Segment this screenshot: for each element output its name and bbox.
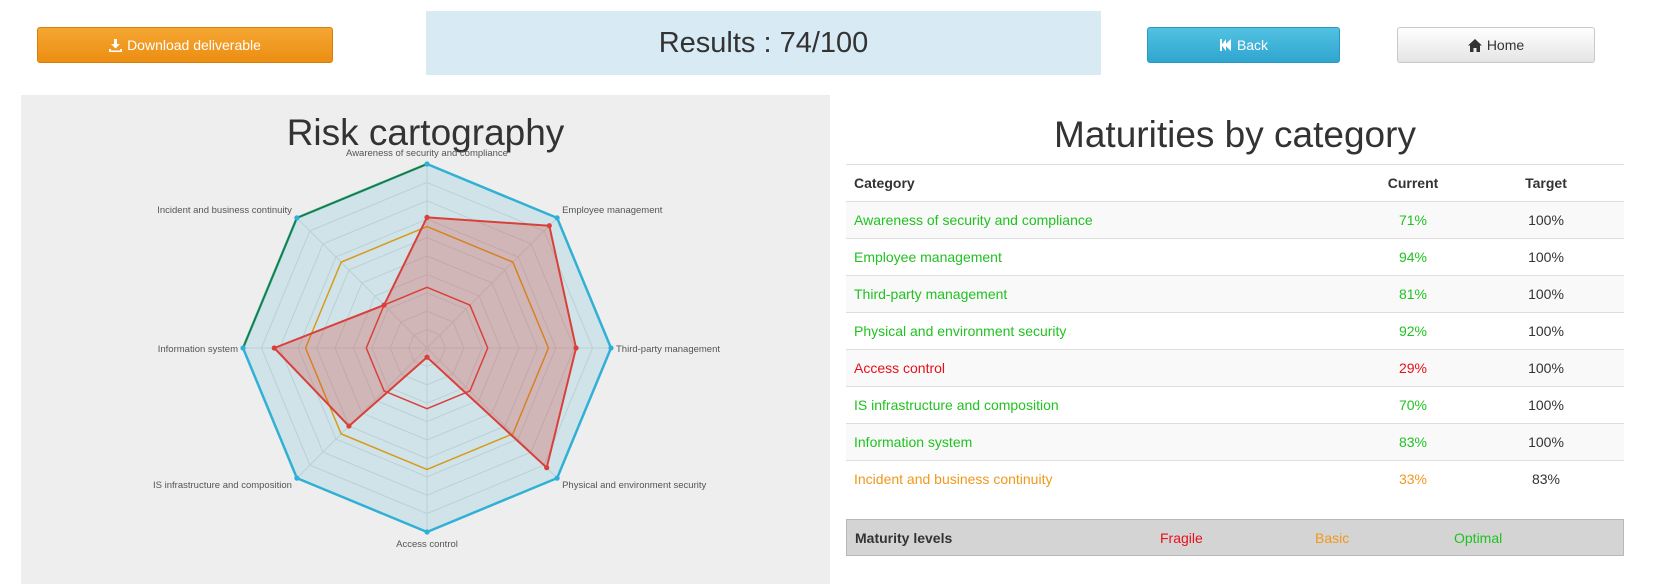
- radar-point-target: [424, 161, 430, 167]
- category-cell: Incident and business continuity: [846, 460, 1358, 497]
- target-cell: 100%: [1468, 423, 1624, 461]
- category-cell: Third-party management: [846, 275, 1358, 313]
- target-cell: 100%: [1468, 312, 1624, 350]
- radar-point-target: [424, 529, 430, 535]
- header-current: Current: [1358, 164, 1468, 202]
- target-cell: 100%: [1468, 386, 1624, 424]
- current-cell: 70%: [1358, 386, 1468, 424]
- current-cell: 71%: [1358, 201, 1468, 239]
- table-row: Third-party management 81% 100%: [846, 275, 1624, 313]
- radar-point-current: [573, 345, 579, 351]
- table-row: Incident and business continuity 33% 83%: [846, 460, 1624, 497]
- results-banner: Results : 74/100: [426, 11, 1101, 75]
- category-cell: Physical and environment security: [846, 312, 1358, 350]
- radar-axis-label: Physical and environment security: [562, 480, 706, 491]
- target-cell: 100%: [1468, 349, 1624, 387]
- level-basic: Basic: [1315, 530, 1350, 546]
- level-optimal: Optimal: [1454, 530, 1503, 546]
- radar-axis-label: Information system: [158, 344, 238, 355]
- table-row: Employee management 94% 100%: [846, 238, 1624, 276]
- back-label: Back: [1236, 37, 1269, 53]
- table-row: Information system 83% 100%: [846, 423, 1624, 461]
- current-cell: 81%: [1358, 275, 1468, 313]
- category-cell: Access control: [846, 349, 1358, 387]
- table-row: Awareness of security and compliance 71% 1…: [846, 201, 1624, 239]
- radar-point-current: [271, 345, 277, 351]
- category-cell: Employee management: [846, 238, 1358, 276]
- radar-point-current: [346, 423, 352, 429]
- home-label: Home: [1486, 37, 1525, 53]
- table-row: Access control 29% 100%: [846, 349, 1624, 387]
- home-icon: [1467, 38, 1482, 52]
- download-deliverable-button[interactable]: Download deliverable: [37, 27, 333, 63]
- backward-icon: [1219, 39, 1232, 51]
- radar-point-current: [546, 223, 552, 229]
- header-target: Target: [1468, 164, 1624, 202]
- back-button[interactable]: Back: [1147, 27, 1340, 63]
- category-cell: IS infrastructure and composition: [846, 386, 1358, 424]
- radar-point-current: [424, 354, 430, 360]
- target-cell: 100%: [1468, 201, 1624, 239]
- maturity-levels-legend: Maturity levels Fragile Basic Optimal: [846, 519, 1624, 556]
- radar-axis-label: Incident and business continuity: [157, 205, 292, 216]
- radar-point-current: [381, 302, 387, 308]
- radar-point-target: [294, 475, 300, 481]
- maturity-levels-label: Maturity levels: [855, 530, 953, 546]
- download-deliverable-label: Download deliverable: [127, 37, 261, 53]
- home-button[interactable]: Home: [1397, 27, 1595, 63]
- table-row: Physical and environment security 92% 100%: [846, 312, 1624, 350]
- header-category: Category: [846, 164, 1358, 202]
- radar-point-current: [544, 465, 550, 471]
- maturities-table: Category Current Target Awareness of sec…: [846, 164, 1624, 497]
- radar-point-target: [294, 215, 300, 221]
- maturities-title: Maturities by category: [1054, 114, 1416, 155]
- table-row: IS infrastructure and composition 70% 100%: [846, 386, 1624, 424]
- category-cell: Awareness of security and compliance: [846, 201, 1358, 239]
- target-cell: 100%: [1468, 275, 1624, 313]
- current-cell: 94%: [1358, 238, 1468, 276]
- radar-axis-label: Awareness of security and compliance: [346, 148, 508, 159]
- radar-chart: Awareness of security and compliance Empl…: [153, 148, 720, 550]
- radar-point-target: [554, 475, 560, 481]
- current-cell: 33%: [1358, 460, 1468, 497]
- radar-point-current: [424, 214, 430, 220]
- radar-axis-label: Third-party management: [616, 344, 720, 355]
- current-cell: 92%: [1358, 312, 1468, 350]
- current-cell: 29%: [1358, 349, 1468, 387]
- target-cell: 83%: [1468, 460, 1624, 497]
- target-cell: 100%: [1468, 238, 1624, 276]
- category-cell: Information system: [846, 423, 1358, 461]
- radar-point-target: [554, 215, 560, 221]
- radar-axis-label: Access control: [396, 539, 458, 550]
- radar-point-target: [240, 345, 246, 351]
- results-text: Results : 74/100: [658, 26, 869, 59]
- current-cell: 83%: [1358, 423, 1468, 461]
- radar-axis-label: IS infrastructure and composition: [153, 480, 292, 491]
- level-fragile: Fragile: [1160, 530, 1203, 546]
- radar-point-target: [608, 345, 614, 351]
- risk-cartography-panel: Risk cartography Awareness of security a…: [21, 95, 830, 584]
- download-icon: [109, 38, 123, 52]
- table-header-row: Category Current Target: [846, 164, 1624, 202]
- radar-axis-label: Employee management: [562, 205, 663, 216]
